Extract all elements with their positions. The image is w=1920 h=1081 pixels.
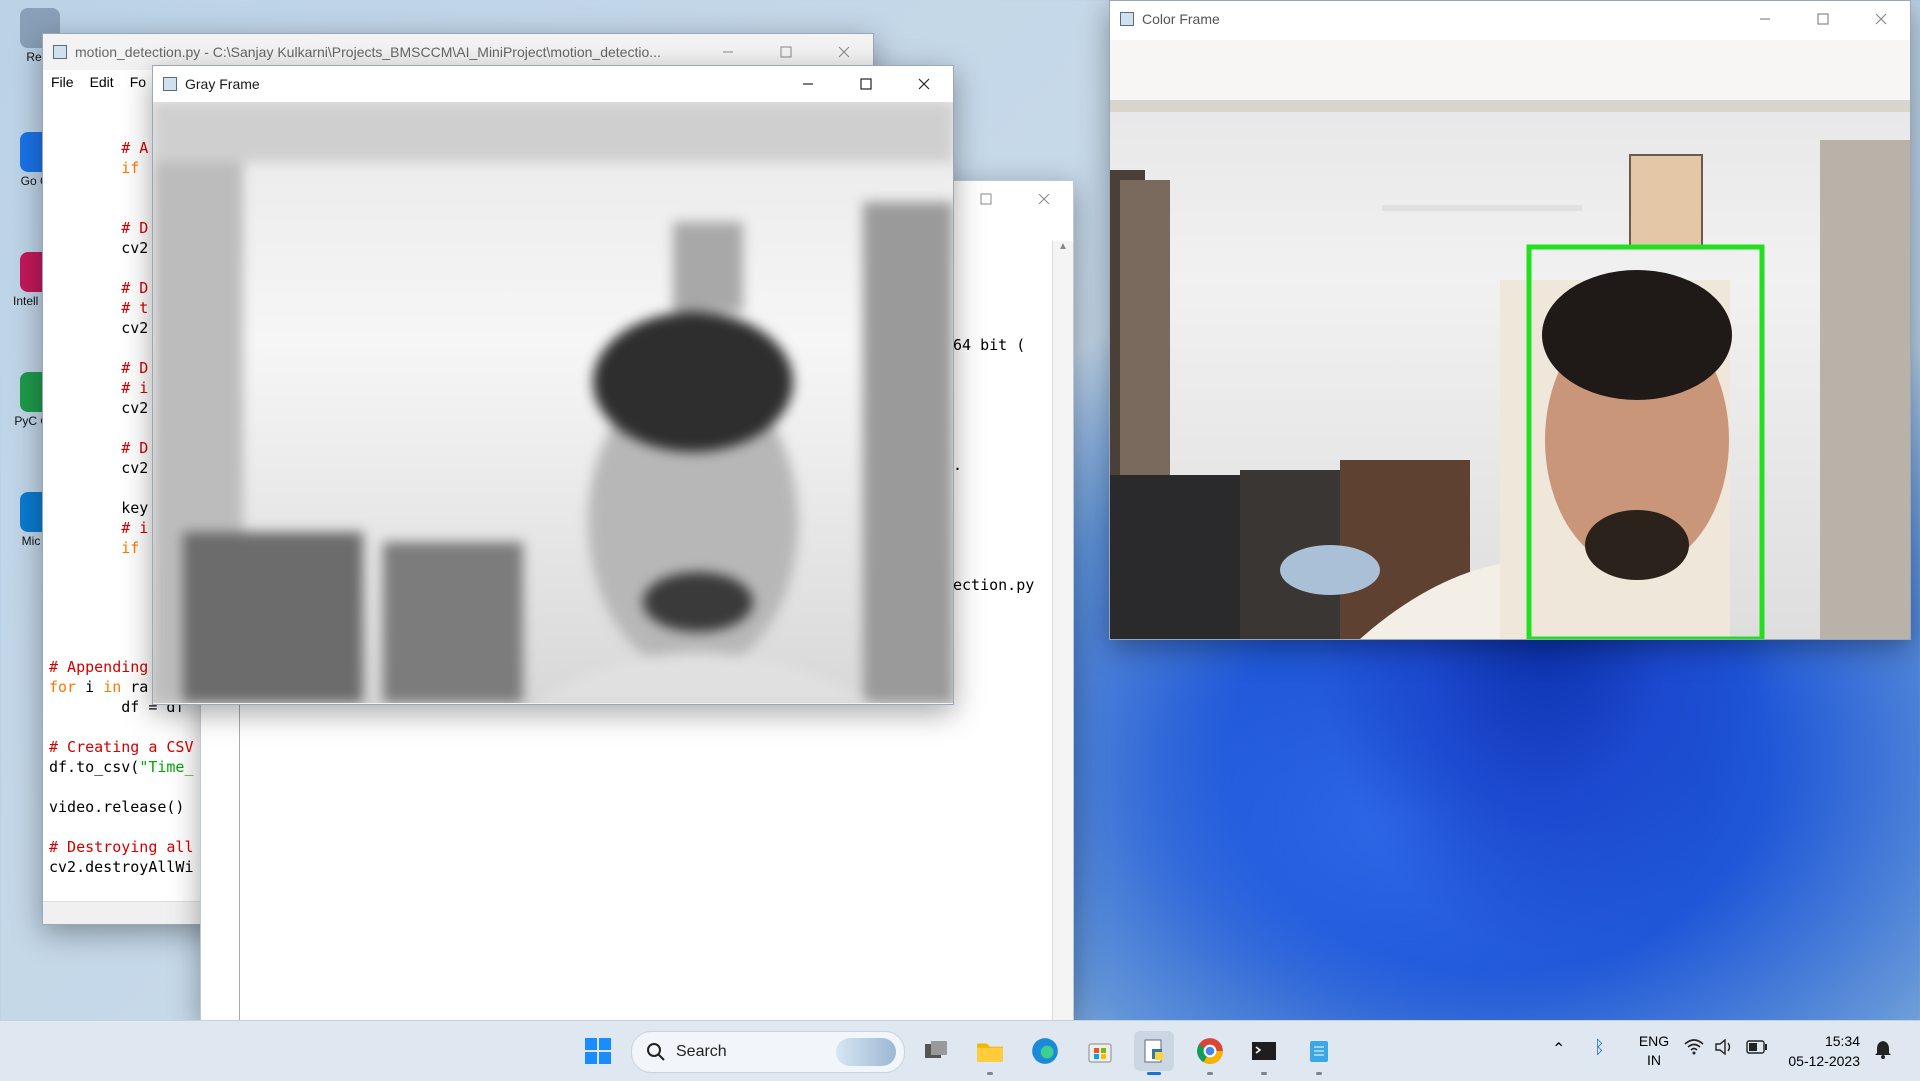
code-line: cv2 [49,399,149,417]
menu-file[interactable]: File [51,74,74,90]
chrome-button[interactable] [1190,1031,1230,1075]
windows-start-button[interactable] [578,1031,618,1071]
file-explorer-button[interactable] [970,1031,1010,1075]
code-line: # i [49,379,149,397]
code-line: # t [49,299,149,317]
python-file-icon [53,45,67,59]
bluetooth-icon[interactable]: ᛒ [1594,1037,1605,1058]
task-view-icon [925,1041,947,1058]
clock-date: 05-12-2023 [1788,1053,1860,1069]
code-line: # Destroying all [49,838,194,856]
shell-line: . [953,456,963,474]
color-frame-title: Color Frame [1142,11,1220,27]
code-line: key [49,499,149,517]
color-frame-titlebar[interactable]: Color Frame [1110,1,1910,37]
code-line: # Creating a CSV [49,738,194,756]
gray-frame-titlebar[interactable]: Gray Frame [153,66,953,102]
notepad-button[interactable] [1299,1031,1339,1075]
menu-edit[interactable]: Edit [90,74,114,90]
search-highlight-icon [836,1038,896,1066]
code-line: cv2 [49,239,149,257]
language-line1: ENG [1638,1033,1670,1049]
shell-maximize-button[interactable] [957,181,1015,217]
code-line: df.to_csv("Time_ [49,758,194,776]
minimize-button[interactable] [779,66,837,102]
gray-scene-image [153,102,953,703]
folder-icon [977,1043,1003,1062]
shell-close-button[interactable] [1015,181,1073,217]
code-line: if [49,539,140,557]
menu-format[interactable]: Fo [130,74,146,90]
terminal-button[interactable] [1244,1031,1284,1075]
code-line: cv2 [49,319,149,337]
code-line: # A [49,139,149,157]
language-line2: IN [1647,1052,1661,1068]
battery-icon[interactable] [1746,1040,1768,1059]
code-area-top[interactable]: # A if # D cv2 # D # t cv2 # D # i cv2 #… [49,138,148,558]
editor-title: motion_detection.py - C:\Sanjay Kulkarni… [75,44,661,60]
color-scene-image [1110,40,1910,639]
edge-button[interactable] [1025,1031,1065,1071]
gray-frame-title: Gray Frame [185,76,260,92]
search-icon [647,1043,665,1061]
code-line: if [49,159,140,177]
task-view-button[interactable] [916,1031,956,1071]
chrome-icon [1197,1038,1223,1064]
shell-line: 64 bit ( [953,336,1026,354]
shell-line: ection.py [953,576,1035,594]
code-line: cv2 [49,459,149,477]
code-line: # D [49,359,149,377]
close-button[interactable] [1852,1,1910,37]
notepad-icon [1310,1041,1328,1062]
taskbar: Search ⌃ ᛒ ENG IN 15:34 05-12-2023 [0,1020,1920,1081]
edge-icon [1032,1038,1058,1064]
window-icon [163,77,177,91]
window-icon [1120,12,1134,26]
code-line: video.release() [49,798,185,816]
python-idle-button[interactable] [1134,1031,1174,1075]
code-line: # i [49,519,149,537]
clock-time: 15:34 [1824,1033,1860,1049]
code-line: # D [49,219,149,237]
maximize-button[interactable] [1794,1,1852,37]
store-button[interactable] [1080,1031,1120,1071]
color-frame-window[interactable]: Color Frame [1109,0,1911,640]
shell-scrollbar[interactable]: ▲ [1052,241,1073,1021]
minimize-button[interactable] [1736,1,1794,37]
scroll-up-arrow-icon[interactable]: ▲ [1053,241,1073,252]
gray-frame-video [153,102,953,703]
maximize-button[interactable] [837,66,895,102]
color-frame-video [1110,40,1910,639]
language-indicator[interactable]: ENG IN [1634,1032,1674,1070]
search-placeholder: Search [676,1043,727,1060]
wifi-icon[interactable] [1684,1039,1704,1060]
shell-output[interactable]: 64 bit ( . ection.py [953,245,1034,685]
gray-frame-window[interactable]: Gray Frame [152,65,954,705]
tray-overflow-chevron-icon[interactable]: ⌃ [1552,1039,1565,1059]
close-button[interactable] [895,66,953,102]
volume-icon[interactable] [1714,1038,1734,1060]
python-file-icon [1144,1039,1163,1063]
code-line: cv2.destroyAllWi [49,858,194,876]
code-line: # D [49,279,149,297]
windows-logo-icon [585,1038,611,1064]
code-line: # D [49,439,149,457]
terminal-icon [1252,1042,1276,1060]
store-icon [1088,1043,1112,1063]
clock[interactable]: 15:34 05-12-2023 [1780,1031,1860,1071]
taskbar-search[interactable]: Search [631,1031,905,1073]
notification-bell-icon[interactable] [1874,1039,1892,1064]
